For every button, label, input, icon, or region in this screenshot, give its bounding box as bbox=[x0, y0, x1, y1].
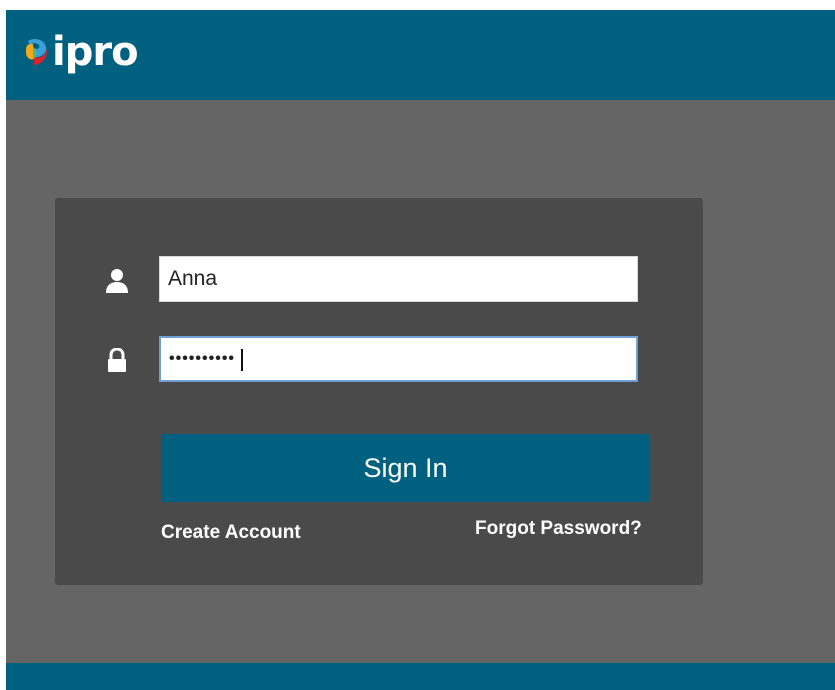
footer-bar bbox=[6, 663, 835, 690]
header-bar: ipro bbox=[6, 10, 835, 100]
user-icon bbox=[105, 268, 129, 294]
password-row bbox=[55, 336, 703, 384]
login-page: ipro Sign In Create Account bbox=[6, 10, 835, 690]
create-account-link[interactable]: Create Account bbox=[161, 522, 301, 544]
username-field[interactable] bbox=[159, 256, 638, 302]
login-panel: Sign In Create Account Forgot Password? bbox=[55, 198, 703, 585]
lock-icon bbox=[105, 347, 129, 374]
logo-text: ipro bbox=[52, 29, 139, 75]
username-row bbox=[55, 256, 703, 304]
ipro-logo-icon bbox=[24, 35, 50, 69]
app-logo[interactable]: ipro bbox=[24, 29, 139, 75]
text-cursor bbox=[241, 349, 243, 371]
sign-in-button[interactable]: Sign In bbox=[161, 434, 650, 502]
password-field[interactable] bbox=[159, 336, 638, 382]
forgot-password-link[interactable]: Forgot Password? bbox=[475, 518, 642, 540]
